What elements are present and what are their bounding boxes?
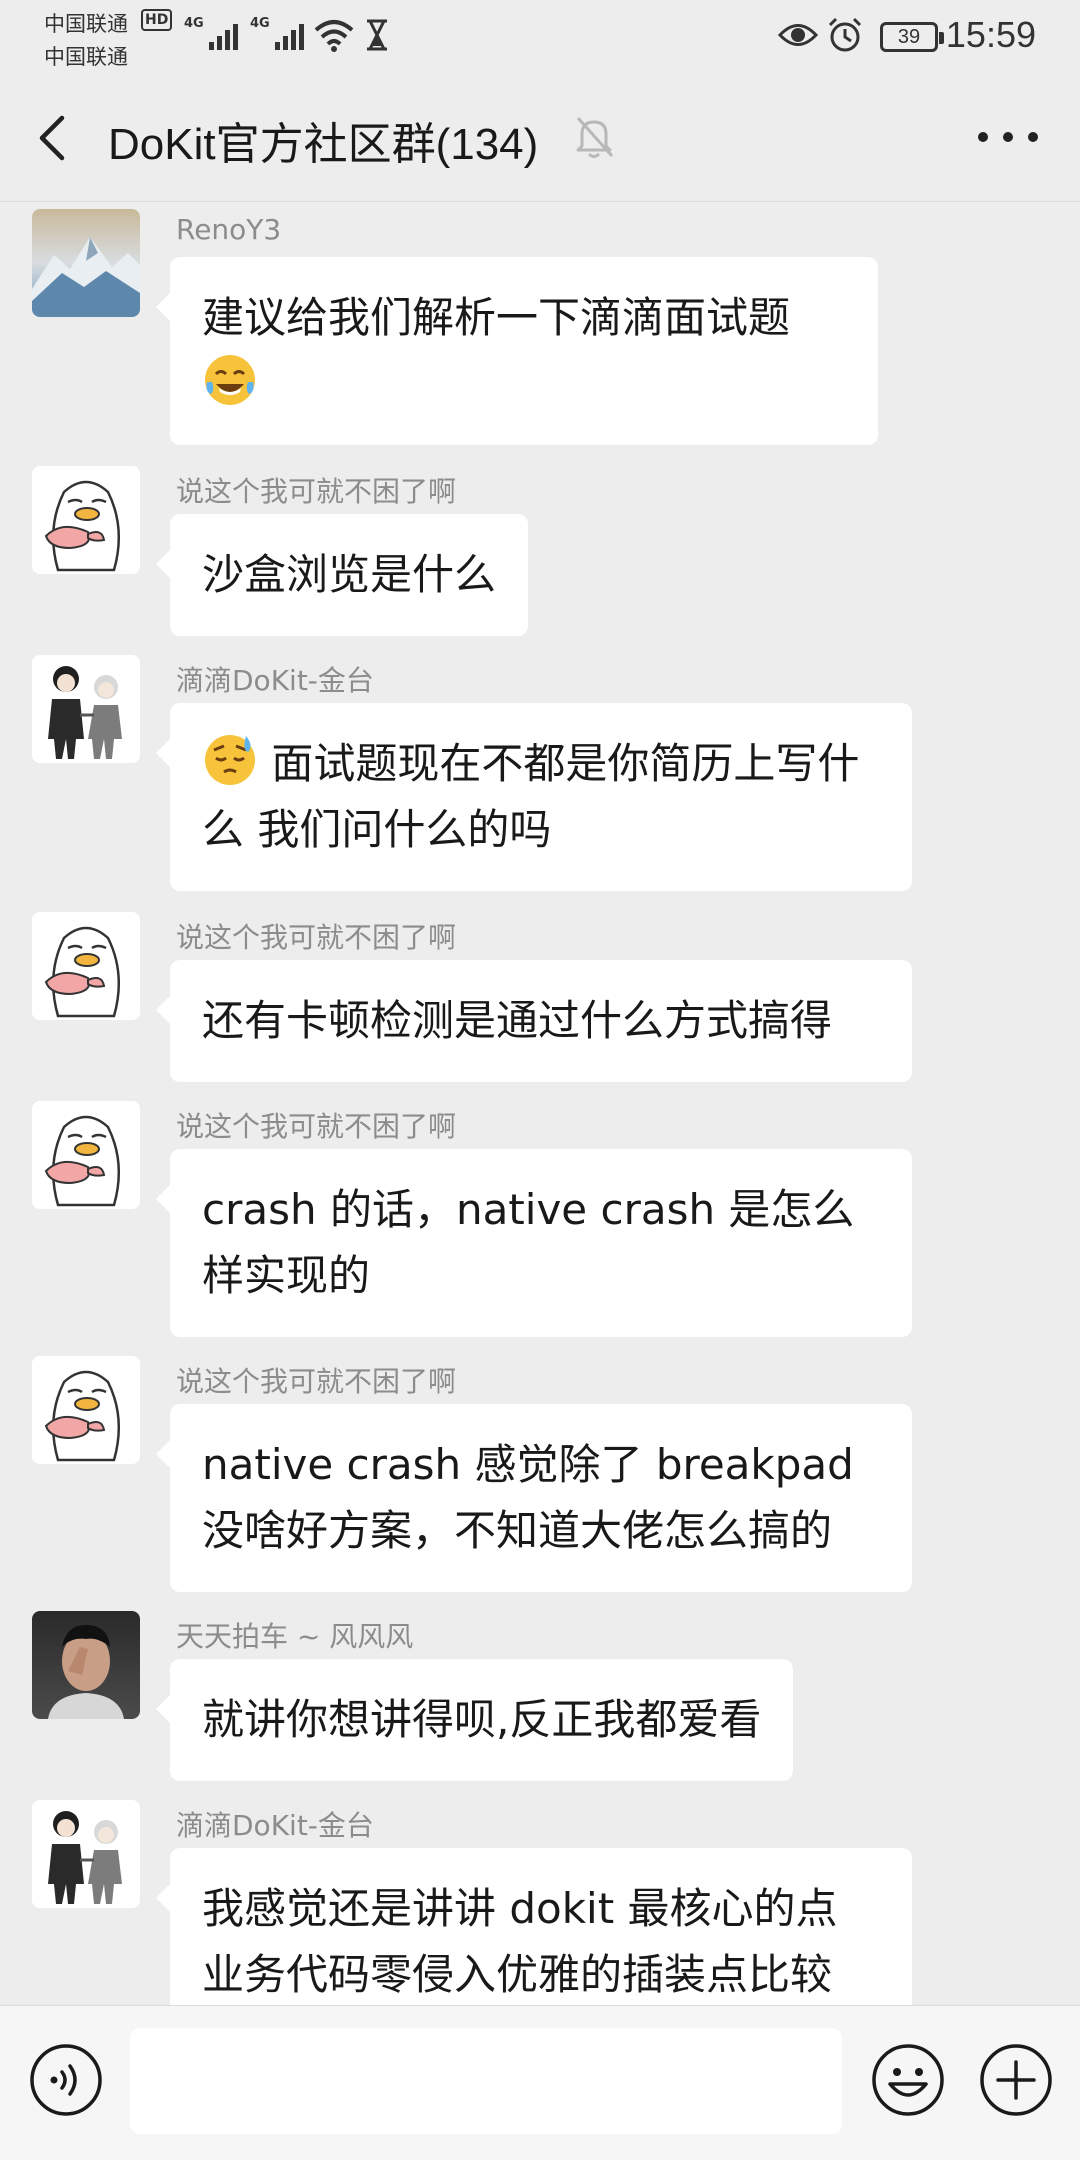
message-text: 面试题现在不都是你简历上写什么 我们问什么的吗 (202, 739, 860, 854)
more-dots-icon[interactable] (978, 122, 1038, 152)
avatar-penguin[interactable] (32, 466, 140, 574)
battery-icon: 39 (880, 22, 944, 52)
tears-of-joy-emoji (205, 355, 255, 405)
network-type-2: 4G (250, 16, 270, 31)
signal-icon-2: 4G (250, 16, 304, 50)
sender-name: 说这个我可就不困了啊 (176, 1365, 457, 1398)
clock: 15:59 (945, 14, 1036, 55)
status-bar: 中国联通 中国联通 HD 4G 4G 39 15:59 (0, 0, 1080, 72)
signal-icon: 4G (184, 16, 238, 50)
relieved-sweat-emoji (205, 735, 255, 785)
message-text: native crash 感觉除了 breakpad 没啥好方案，不知道大佬怎么… (202, 1440, 854, 1555)
message-bubble[interactable]: crash 的话，native crash 是怎么样实现的 (156, 1149, 912, 1337)
sender-name: 说这个我可就不困了啊 (176, 1110, 457, 1143)
chevron-left-icon[interactable] (30, 110, 80, 166)
sender-name: 说这个我可就不困了啊 (176, 475, 457, 508)
emoji-icon[interactable] (870, 2042, 946, 2118)
chat-header: DoKit官方社区群(134) (0, 72, 1080, 202)
hourglass-icon (367, 19, 387, 51)
message-text: 建议给我们解析一下滴滴面试题 (202, 293, 791, 342)
avatar-mountain[interactable] (32, 209, 140, 317)
hd-badge: HD (141, 9, 173, 31)
message-text: 沙盒浏览是什么 (202, 550, 497, 599)
wifi-icon (314, 20, 354, 52)
input-bar (0, 2005, 1080, 2160)
sender-name: 滴滴DoKit-金台 (176, 664, 374, 697)
avatar-person[interactable] (32, 1611, 140, 1719)
message-bubble[interactable]: 建议给我们解析一下滴滴面试题 (156, 257, 878, 445)
network-type-1: 4G (184, 16, 204, 31)
carrier-label-2: 中国联通 (44, 45, 128, 69)
message-bubble[interactable]: 沙盒浏览是什么 (155, 514, 529, 636)
sender-name: RenoY3 (176, 213, 282, 246)
message-bubble[interactable]: native crash 感觉除了 breakpad 没啥好方案，不知道大佬怎么… (156, 1404, 912, 1592)
message-bubble[interactable]: 还有卡顿检测是通过什么方式搞得 (156, 960, 912, 1082)
avatar-two-characters[interactable] (32, 1800, 140, 1908)
message-bubble[interactable]: 我感觉还是讲讲 dokit 最核心的点 业务代码零侵入优雅的插装点比较 (156, 1848, 912, 2005)
message-bubble[interactable]: 就讲你想讲得呗,反正我都爱看 (155, 1659, 794, 1781)
sender-name: 天天拍车 ~ 风风风 (176, 1620, 414, 1653)
message-text: 我感觉还是讲讲 dokit 最核心的点 业务代码零侵入优雅的插装点比较 (202, 1884, 838, 1999)
message-text: 就讲你想讲得呗,反正我都爱看 (202, 1695, 762, 1744)
message-list[interactable]: RenoY3 建议给我们解析一下滴滴面试题 说这个我可就不困了啊 沙盒浏览是什么… (0, 203, 1080, 2005)
message-text: crash 的话，native crash 是怎么样实现的 (202, 1185, 855, 1300)
sender-name: 说这个我可就不困了啊 (176, 921, 457, 954)
plus-icon[interactable] (978, 2042, 1054, 2118)
avatar-penguin[interactable] (32, 1101, 140, 1209)
eye-icon (778, 24, 818, 46)
sender-name: 滴滴DoKit-金台 (176, 1809, 374, 1842)
carrier-label-1: 中国联通 (44, 12, 128, 36)
message-input[interactable] (130, 2028, 842, 2134)
bell-off-icon (576, 116, 614, 158)
chat-title: DoKit官方社区群(134) (108, 120, 539, 169)
avatar-penguin[interactable] (32, 1356, 140, 1464)
voice-icon[interactable] (28, 2042, 104, 2118)
avatar-penguin[interactable] (32, 912, 140, 1020)
avatar-two-characters[interactable] (32, 655, 140, 763)
alarm-icon (828, 17, 862, 52)
message-bubble[interactable]: 面试题现在不都是你简历上写什么 我们问什么的吗 (156, 703, 912, 891)
message-text: 还有卡顿检测是通过什么方式搞得 (202, 996, 833, 1045)
